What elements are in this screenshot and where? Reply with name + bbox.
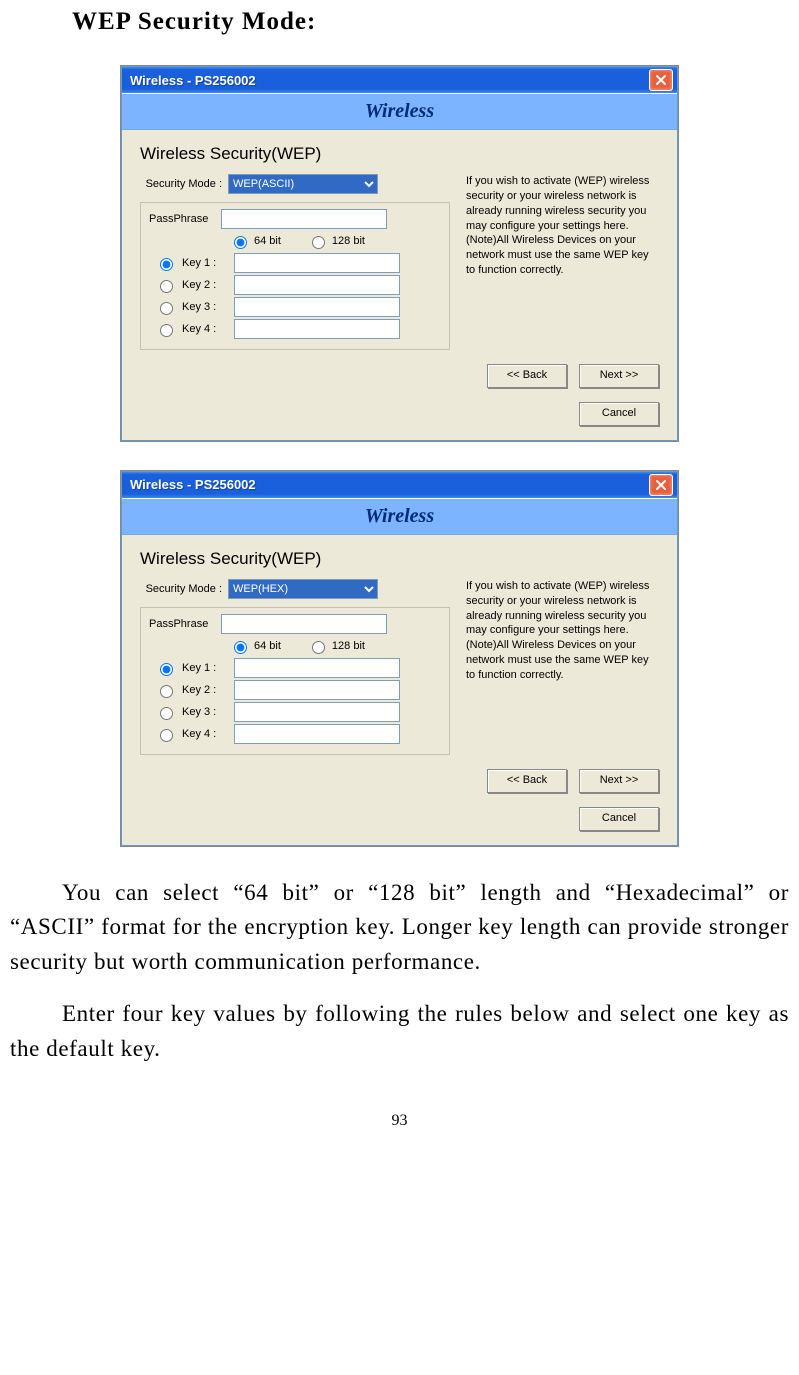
page-number: 93 xyxy=(10,1112,789,1130)
key3-label: Key 3 : xyxy=(182,301,228,313)
titlebar: Wireless - PS256002 xyxy=(122,472,677,498)
radio-64bit-input[interactable] xyxy=(234,236,247,249)
back-button[interactable]: << Back xyxy=(487,769,567,793)
close-button[interactable] xyxy=(649,69,673,91)
section-title: Wireless Security(WEP) xyxy=(140,144,659,164)
close-icon xyxy=(655,74,667,86)
radio-128bit[interactable]: 128 bit xyxy=(307,638,365,654)
key4-input[interactable] xyxy=(234,319,400,339)
key2-input[interactable] xyxy=(234,680,400,700)
radio-128bit-label: 128 bit xyxy=(332,235,365,247)
paragraph-2: Enter four key values by following the r… xyxy=(10,997,789,1066)
security-mode-select[interactable]: WEP(HEX) xyxy=(228,579,378,599)
titlebar: Wireless - PS256002 xyxy=(122,67,677,93)
key3-input[interactable] xyxy=(234,297,400,317)
cancel-button[interactable]: Cancel xyxy=(579,807,659,831)
radio-64bit-input[interactable] xyxy=(234,641,247,654)
banner: Wireless xyxy=(122,93,677,130)
help-text: If you wish to activate (WEP) wireless s… xyxy=(466,579,659,683)
radio-64bit-label: 64 bit xyxy=(254,235,281,247)
key3-label: Key 3 : xyxy=(182,706,228,718)
key2-label: Key 2 : xyxy=(182,279,228,291)
window-title: Wireless - PS256002 xyxy=(130,73,649,88)
radio-128bit-input[interactable] xyxy=(312,641,325,654)
security-mode-label: Security Mode : xyxy=(140,583,228,595)
key4-label: Key 4 : xyxy=(182,728,228,740)
wep-fieldset: PassPhrase 64 bit 128 bit Key 1 : xyxy=(140,202,450,350)
key2-radio[interactable] xyxy=(160,685,173,698)
key2-radio[interactable] xyxy=(160,280,173,293)
radio-64bit-label: 64 bit xyxy=(254,640,281,652)
radio-128bit[interactable]: 128 bit xyxy=(307,233,365,249)
key1-input[interactable] xyxy=(234,658,400,678)
key4-input[interactable] xyxy=(234,724,400,744)
key4-radio[interactable] xyxy=(160,324,173,337)
radio-64bit[interactable]: 64 bit xyxy=(229,233,281,249)
key2-input[interactable] xyxy=(234,275,400,295)
banner-text: Wireless xyxy=(365,505,434,527)
passphrase-label: PassPhrase xyxy=(149,618,221,630)
radio-64bit[interactable]: 64 bit xyxy=(229,638,281,654)
next-button[interactable]: Next >> xyxy=(579,364,659,388)
radio-128bit-input[interactable] xyxy=(312,236,325,249)
key1-input[interactable] xyxy=(234,253,400,273)
wireless-dialog-hex: Wireless - PS256002 Wireless Wireless Se… xyxy=(121,471,678,846)
security-mode-select[interactable]: WEP(ASCII) xyxy=(228,174,378,194)
wireless-dialog-ascii: Wireless - PS256002 Wireless Wireless Se… xyxy=(121,66,678,441)
back-button[interactable]: << Back xyxy=(487,364,567,388)
key4-radio[interactable] xyxy=(160,729,173,742)
passphrase-label: PassPhrase xyxy=(149,213,221,225)
security-mode-label: Security Mode : xyxy=(140,178,228,190)
page-heading: WEP Security Mode: xyxy=(72,8,789,36)
key1-label: Key 1 : xyxy=(182,257,228,269)
key3-radio[interactable] xyxy=(160,707,173,720)
next-button[interactable]: Next >> xyxy=(579,769,659,793)
close-button[interactable] xyxy=(649,474,673,496)
paragraph-1: You can select “64 bit” or “128 bit” len… xyxy=(10,876,789,980)
cancel-button[interactable]: Cancel xyxy=(579,402,659,426)
key4-label: Key 4 : xyxy=(182,323,228,335)
radio-128bit-label: 128 bit xyxy=(332,640,365,652)
banner-text: Wireless xyxy=(365,100,434,122)
key3-input[interactable] xyxy=(234,702,400,722)
key3-radio[interactable] xyxy=(160,302,173,315)
passphrase-input[interactable] xyxy=(221,209,387,229)
key1-radio[interactable] xyxy=(160,258,173,271)
banner: Wireless xyxy=(122,498,677,535)
key1-radio[interactable] xyxy=(160,663,173,676)
section-title: Wireless Security(WEP) xyxy=(140,549,659,569)
key2-label: Key 2 : xyxy=(182,684,228,696)
close-icon xyxy=(655,479,667,491)
wep-fieldset: PassPhrase 64 bit 128 bit Key 1 : xyxy=(140,607,450,755)
window-title: Wireless - PS256002 xyxy=(130,477,649,492)
help-text: If you wish to activate (WEP) wireless s… xyxy=(466,174,659,278)
key1-label: Key 1 : xyxy=(182,662,228,674)
passphrase-input[interactable] xyxy=(221,614,387,634)
